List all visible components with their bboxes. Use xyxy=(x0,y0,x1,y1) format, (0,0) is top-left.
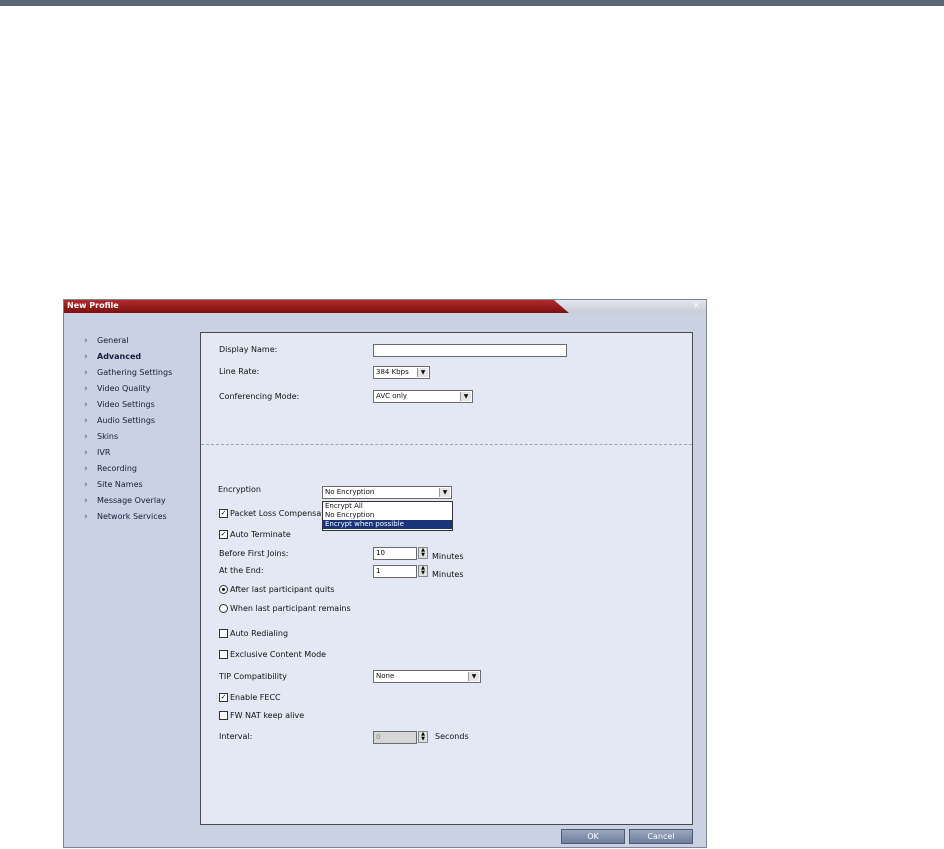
sidebar-item-message-overlay[interactable]: › Message Overlay xyxy=(82,494,202,510)
fw-nat-label: FW NAT keep alive xyxy=(230,711,305,720)
line-rate-label: Line Rate: xyxy=(219,367,260,376)
auto-terminate-checkbox[interactable]: ✓ xyxy=(219,530,228,539)
chevron-right-icon: › xyxy=(84,352,88,362)
chevron-right-icon: › xyxy=(84,480,88,490)
sidebar-item-site-names[interactable]: › Site Names xyxy=(82,478,202,494)
encryption-select[interactable]: No Encryption ▼ xyxy=(322,486,452,499)
auto-redialing-label: Auto Redialing xyxy=(230,629,289,638)
chevron-right-icon: › xyxy=(84,416,88,426)
tip-compat-select[interactable]: None ▼ xyxy=(373,670,481,683)
sidebar-item-general[interactable]: › General xyxy=(82,334,202,350)
display-name-input[interactable] xyxy=(373,344,567,357)
spin-down-icon[interactable]: ▼ xyxy=(419,571,427,576)
spin-down-icon: ▼ xyxy=(421,736,425,742)
display-name-label: Display Name: xyxy=(219,345,278,354)
after-last-quits-label: After last participant quits xyxy=(230,585,335,594)
when-last-remains-label: When last participant remains xyxy=(230,604,351,613)
chevron-down-icon[interactable]: ▼ xyxy=(468,672,479,681)
chevron-right-icon: › xyxy=(84,432,88,442)
at-the-end-input[interactable]: 1 xyxy=(373,565,417,578)
conferencing-mode-label: Conferencing Mode: xyxy=(219,392,300,401)
before-first-joins-label: Before First Joins: xyxy=(219,549,289,558)
dialog-title: New Profile xyxy=(67,301,119,310)
sidebar-item-audio-settings[interactable]: › Audio Settings xyxy=(82,414,202,430)
sidebar-nav: › General › Advanced › Gathering Settings ›… xyxy=(82,334,202,526)
sidebar-item-network-services[interactable]: › Network Services xyxy=(82,510,202,526)
at-the-end-spinner[interactable]: ▲ ▼ xyxy=(418,565,428,577)
encryption-option[interactable]: No Encryption xyxy=(323,511,452,520)
auto-terminate-label: Auto Terminate xyxy=(230,530,291,539)
chevron-right-icon: › xyxy=(84,400,88,410)
before-first-joins-spinner[interactable]: ▲ ▼ xyxy=(418,547,428,559)
chevron-down-icon[interactable]: ▼ xyxy=(439,488,450,497)
exclusive-content-label: Exclusive Content Mode xyxy=(230,650,327,659)
chevron-right-icon: › xyxy=(84,512,88,522)
cancel-button[interactable]: Cancel xyxy=(629,829,693,844)
interval-spinner: ▲ ▼ xyxy=(418,731,428,743)
enable-fecc-checkbox[interactable]: ✓ xyxy=(219,693,228,702)
fw-nat-checkbox[interactable] xyxy=(219,711,228,720)
chevron-right-icon: › xyxy=(84,448,88,458)
before-first-joins-unit: Minutes xyxy=(432,552,464,561)
after-last-quits-radio[interactable] xyxy=(219,585,228,594)
chevron-down-icon[interactable]: ▼ xyxy=(417,368,428,377)
sidebar-item-gathering-settings[interactable]: › Gathering Settings xyxy=(82,366,202,382)
spin-down-icon[interactable]: ▼ xyxy=(419,553,427,558)
interval-label: Interval: xyxy=(219,732,253,741)
packet-loss-checkbox[interactable]: ✓ xyxy=(219,509,228,518)
ok-button[interactable]: OK xyxy=(561,829,625,844)
auto-redialing-checkbox[interactable] xyxy=(219,629,228,638)
encryption-dropdown: Encrypt All No Encryption Encrypt when p… xyxy=(322,501,453,531)
enable-fecc-label: Enable FECC xyxy=(230,693,281,702)
tip-compat-value: None xyxy=(376,672,395,680)
line-rate-select[interactable]: 384 Kbps ▼ xyxy=(373,366,430,379)
encryption-option-highlighted[interactable]: Encrypt when possible xyxy=(323,520,452,529)
chevron-right-icon: › xyxy=(84,464,88,474)
before-first-joins-input[interactable]: 10 xyxy=(373,547,417,560)
sidebar-item-skins[interactable]: › Skins xyxy=(82,430,202,446)
conferencing-mode-select[interactable]: AVC only ▼ xyxy=(373,390,473,403)
at-the-end-unit: Minutes xyxy=(432,570,464,579)
sidebar-item-video-settings[interactable]: › Video Settings xyxy=(82,398,202,414)
interval-input: 0 xyxy=(373,731,417,744)
conferencing-mode-value: AVC only xyxy=(376,392,408,400)
encryption-value: No Encryption xyxy=(325,488,375,496)
at-the-end-label: At the End: xyxy=(219,566,264,575)
chevron-right-icon: › xyxy=(84,336,88,346)
settings-panel: Display Name: Line Rate: 384 Kbps ▼ Conf… xyxy=(200,332,693,825)
sidebar-item-ivr[interactable]: › IVR xyxy=(82,446,202,462)
tip-compat-label: TIP Compatibility xyxy=(219,672,287,681)
sidebar-item-recording[interactable]: › Recording xyxy=(82,462,202,478)
section-divider xyxy=(201,444,692,445)
chevron-down-icon[interactable]: ▼ xyxy=(460,392,471,401)
new-profile-dialog: New Profile × › General › Advanced › Gather… xyxy=(63,299,707,848)
chevron-right-icon: › xyxy=(84,368,88,378)
title-bar: New Profile × xyxy=(64,300,706,313)
encryption-label: Encryption xyxy=(218,485,261,494)
line-rate-value: 384 Kbps xyxy=(376,368,409,376)
chevron-right-icon: › xyxy=(84,384,88,394)
top-bar xyxy=(0,0,944,6)
title-tab xyxy=(64,300,569,313)
close-icon[interactable]: × xyxy=(692,300,700,313)
interval-unit: Seconds xyxy=(435,732,469,741)
encryption-option[interactable]: Encrypt All xyxy=(323,502,452,511)
packet-loss-label: Packet Loss Compensa xyxy=(230,509,322,518)
exclusive-content-checkbox[interactable] xyxy=(219,650,228,659)
sidebar-item-advanced[interactable]: › Advanced xyxy=(82,350,202,366)
sidebar-item-video-quality[interactable]: › Video Quality xyxy=(82,382,202,398)
chevron-right-icon: › xyxy=(84,496,88,506)
when-last-remains-radio[interactable] xyxy=(219,604,228,613)
